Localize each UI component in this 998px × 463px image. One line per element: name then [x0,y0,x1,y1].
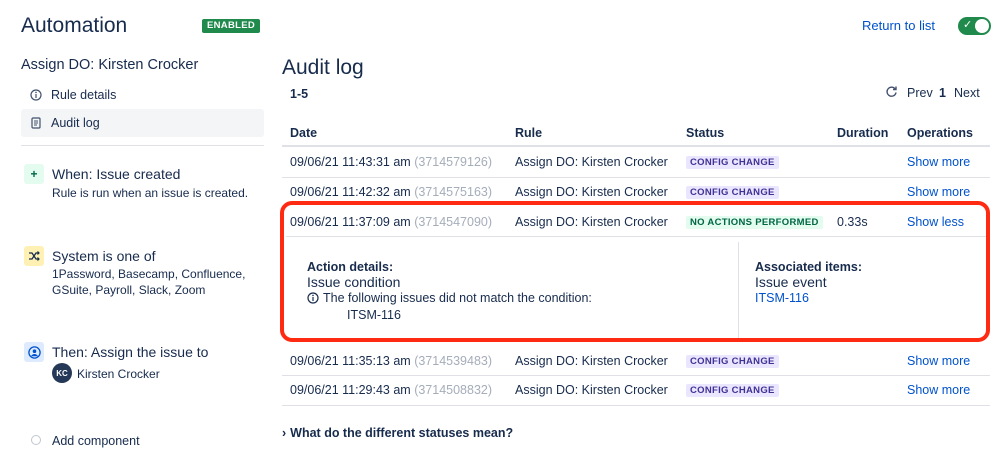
shuffle-icon [24,246,44,266]
pager-current-page[interactable]: 1 [939,86,946,100]
status-badge: ENABLED [202,19,261,33]
sidebar-item-label: Rule details [51,88,117,102]
sidebar-item-label: Audit log [51,116,100,130]
avatar: KC [52,363,72,383]
add-component-button[interactable]: Add component [52,434,140,448]
row-divider [282,177,990,178]
row-rule: Assign DO: Kirsten Crocker [515,383,668,397]
condition-component[interactable]: System is one of [52,248,156,264]
app-title: Automation [21,14,128,37]
table-row: 09/06/21 11:43:31 am (3714579126) [290,155,493,169]
pager-prev[interactable]: Prev [907,86,933,100]
row-rule: Assign DO: Kirsten Crocker [515,354,668,368]
table-row: 09/06/21 11:29:43 am (3714508832) [290,383,493,397]
action-component[interactable]: Then: Assign the issue to [52,344,208,360]
column-header-operations: Operations [907,126,973,140]
refresh-icon[interactable] [885,85,898,101]
pager-next[interactable]: Next [954,86,980,100]
column-header-duration: Duration [837,126,889,140]
trigger-component[interactable]: When: Issue created [52,166,180,182]
condition-description: 1Password, Basecamp, Confluence, GSuite,… [52,267,246,297]
show-more-link[interactable]: Show more [907,383,970,397]
info-icon [21,89,51,101]
show-more-link[interactable]: Show more [907,185,970,199]
row-rule: Assign DO: Kirsten Crocker [515,185,668,199]
row-divider [282,405,990,406]
trigger-description: Rule is run when an issue is created. [52,186,249,200]
column-header-rule: Rule [515,126,543,140]
status-lozenge: CONFIG CHANGE [686,384,779,397]
toggle-knob [975,19,989,33]
show-more-link[interactable]: Show more [907,354,970,368]
page-title: Audit log [282,56,364,79]
document-icon [21,117,51,129]
rule-enabled-toggle[interactable]: ✓ [958,17,991,35]
add-component-icon [31,435,41,445]
sidebar-item-audit-log[interactable]: Audit log [21,109,264,137]
table-header-divider [282,145,990,147]
status-lozenge: CONFIG CHANGE [686,355,779,368]
column-header-date: Date [290,126,318,140]
rule-title: Assign DO: Kirsten Crocker [21,57,199,73]
return-to-list-link[interactable]: Return to list [862,18,935,33]
row-divider [282,375,990,376]
highlight-annotation [280,201,990,342]
plus-icon: + [24,164,44,184]
row-rule: Assign DO: Kirsten Crocker [515,155,668,169]
user-circle-icon [24,342,44,362]
status-lozenge: CONFIG CHANGE [686,156,779,169]
show-more-link[interactable]: Show more [907,155,970,169]
sidebar-divider [21,145,264,146]
check-icon: ✓ [963,19,973,31]
result-range: 1-5 [290,87,309,101]
status-faq-toggle[interactable]: › What do the different statuses mean? [282,426,513,440]
sidebar-item-rule-details[interactable]: Rule details [21,81,264,109]
column-header-status: Status [686,126,725,140]
chevron-right-icon: › [282,426,287,440]
status-lozenge: CONFIG CHANGE [686,186,779,199]
table-row: 09/06/21 11:35:13 am (3714539483) [290,354,493,368]
table-row: 09/06/21 11:42:32 am (3714575163) [290,185,493,199]
assignee-name: Kirsten Crocker [77,367,160,381]
